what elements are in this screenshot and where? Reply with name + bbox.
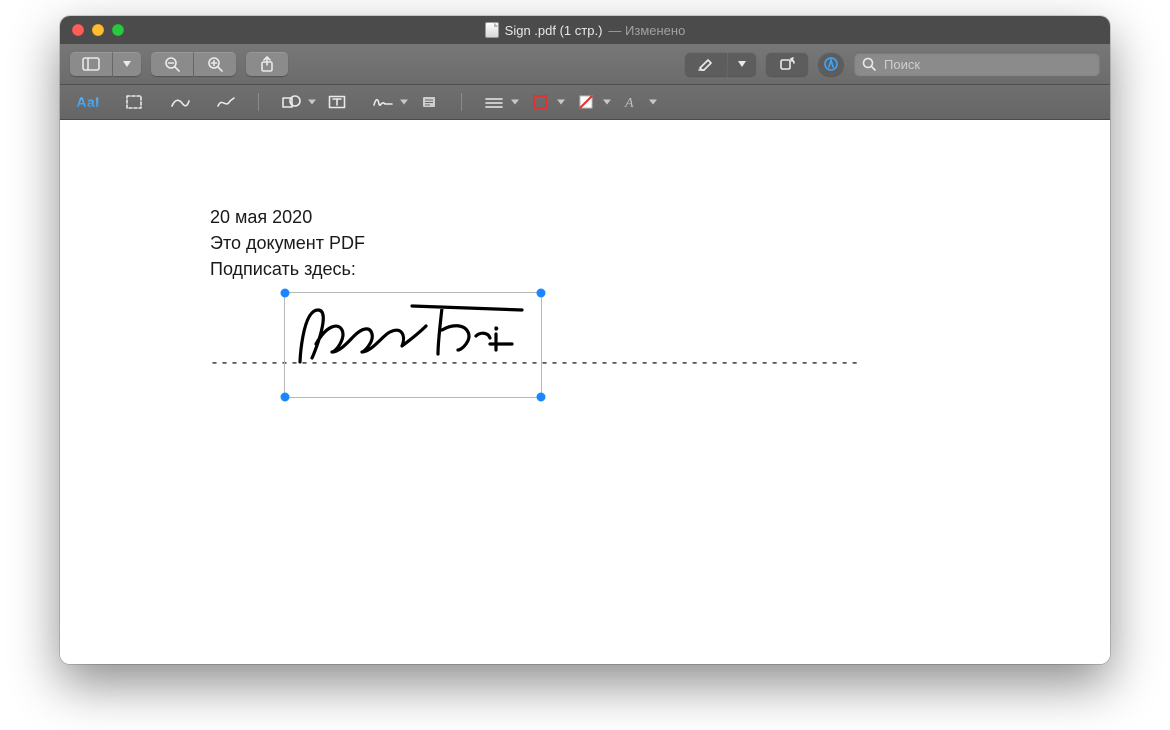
highlight-menu-button[interactable] bbox=[728, 52, 756, 76]
document-text-block: 20 мая 2020 Это документ PDF Подписать з… bbox=[210, 204, 365, 282]
resize-handle-tl[interactable] bbox=[281, 289, 290, 298]
highlight-button[interactable] bbox=[685, 52, 727, 76]
minimize-window-button[interactable] bbox=[92, 24, 104, 36]
text-line-desc: Это документ PDF bbox=[210, 230, 365, 256]
titlebar: Sign .pdf (1 стр.) — Изменено bbox=[60, 16, 1110, 44]
shapes-button[interactable] bbox=[277, 91, 305, 113]
window-title: Sign .pdf (1 стр.) — Изменено bbox=[60, 22, 1110, 38]
markup-toolbar-button[interactable] bbox=[818, 52, 844, 76]
textbox-button[interactable] bbox=[323, 91, 351, 113]
svg-text:A: A bbox=[624, 96, 634, 110]
rotate-button[interactable] bbox=[766, 52, 808, 76]
separator bbox=[461, 93, 462, 111]
signature-selection-box[interactable] bbox=[284, 292, 542, 398]
separator bbox=[258, 93, 259, 111]
resize-handle-br[interactable] bbox=[537, 393, 546, 402]
note-button[interactable] bbox=[415, 91, 443, 113]
sidebar-menu-button[interactable] bbox=[113, 52, 141, 76]
text-style-label: AaI bbox=[76, 94, 99, 110]
share-button[interactable] bbox=[246, 52, 288, 76]
selection-tool-button[interactable] bbox=[120, 91, 148, 113]
markup-toolbar: AaI bbox=[60, 85, 1110, 120]
text-line-sign: Подписать здесь: bbox=[210, 256, 365, 282]
sidebar-toggle-group bbox=[70, 52, 141, 76]
text-line-date: 20 мая 2020 bbox=[210, 204, 365, 230]
search-field[interactable] bbox=[854, 52, 1100, 76]
app-window: Sign .pdf (1 стр.) — Изменено bbox=[60, 16, 1110, 664]
window-controls bbox=[72, 24, 124, 36]
resize-handle-tr[interactable] bbox=[537, 289, 546, 298]
window-title-status: — Изменено bbox=[608, 23, 685, 38]
zoom-out-button[interactable] bbox=[151, 52, 193, 76]
stroke-style-button[interactable] bbox=[480, 91, 508, 113]
font-style-button[interactable]: A bbox=[618, 91, 646, 113]
main-toolbar bbox=[60, 44, 1110, 85]
fill-color-button[interactable] bbox=[572, 91, 600, 113]
window-title-text: Sign .pdf (1 стр.) bbox=[505, 23, 603, 38]
sign-button[interactable] bbox=[369, 91, 397, 113]
sketch-tool-button[interactable] bbox=[166, 91, 194, 113]
document-icon bbox=[485, 22, 499, 38]
zoom-group bbox=[151, 52, 236, 76]
resize-handle-bl[interactable] bbox=[281, 393, 290, 402]
close-window-button[interactable] bbox=[72, 24, 84, 36]
text-style-button[interactable]: AaI bbox=[74, 91, 102, 113]
search-icon bbox=[862, 57, 876, 71]
highlight-group bbox=[685, 52, 756, 76]
stroke-color-button[interactable] bbox=[526, 91, 554, 113]
document-canvas[interactable]: 20 мая 2020 Это документ PDF Подписать з… bbox=[60, 120, 1110, 664]
fullscreen-window-button[interactable] bbox=[112, 24, 124, 36]
zoom-in-button[interactable] bbox=[194, 52, 236, 76]
draw-tool-button[interactable] bbox=[212, 91, 240, 113]
search-input[interactable] bbox=[882, 56, 1092, 73]
sidebar-toggle-button[interactable] bbox=[70, 52, 112, 76]
